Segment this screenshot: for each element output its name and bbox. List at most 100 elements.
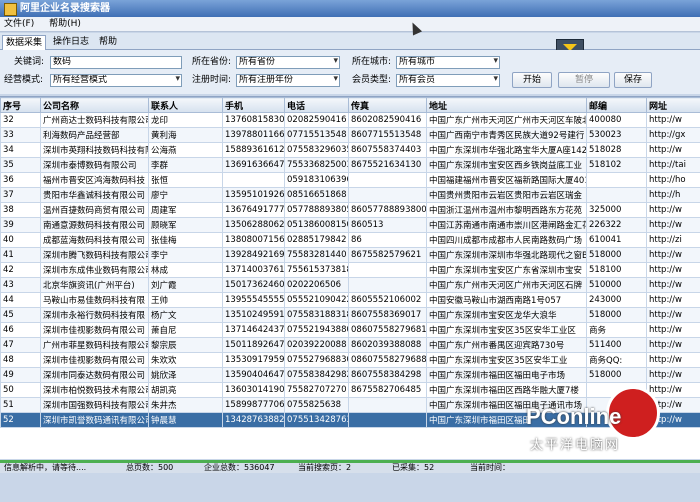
table-cell: 8607558369017: [348, 307, 427, 323]
table-cell: 成都蓝海数码科技有限公司: [40, 232, 149, 248]
table-cell: 243000: [586, 292, 647, 308]
register-time-select[interactable]: 所有注册年份: [236, 74, 340, 87]
table-row[interactable]: 34 深圳市英翔科技数码科技有限 公海燕 15889361612 07558329603…: [0, 142, 700, 158]
table-cell: 02885179842: [284, 232, 349, 248]
table-cell: 中国广东广州市番禺区迎宾路730号: [426, 337, 587, 353]
save-button[interactable]: 保存: [614, 72, 652, 88]
tab-data-collect[interactable]: 数据采集: [2, 35, 47, 50]
table-cell: 中国广东深圳市深圳市华强北路现代之窗B: [426, 247, 587, 263]
tab-operation-log[interactable]: 操作日志: [50, 35, 92, 49]
table-cell: 13506288062: [222, 217, 285, 233]
window-title: 阿里企业名录搜索器: [20, 3, 110, 14]
table-row[interactable]: 48 深圳市佳视影数码有限公司 朱欢欢 13530917959 075527968830…: [0, 352, 700, 368]
table-cell: 44: [0, 292, 41, 308]
col-header[interactable]: 电话: [284, 97, 349, 113]
table-cell: 公海燕: [148, 142, 223, 158]
col-header[interactable]: 传真: [348, 97, 427, 113]
table-row[interactable]: 33 利海数码产品经营部 黄利海 13978801166 07715513548 8607…: [0, 127, 700, 143]
col-header[interactable]: 地址: [426, 97, 587, 113]
col-header[interactable]: 邮编: [586, 97, 647, 113]
table-cell: 86057788893800: [348, 202, 427, 218]
table-cell: 中国贵州贵阳市云岩区贵阳市云岩区瑞金: [426, 187, 587, 203]
table-cell: 13714642437: [222, 322, 285, 338]
status-enterprise-total: 企业总数：536047: [204, 463, 275, 472]
table-row[interactable]: 42深圳市东成伟业数码有限公司林成13714003761755615373818…: [0, 262, 700, 278]
table-cell: 15899877706: [222, 397, 285, 413]
table-cell: 贵阳市华鑫诚科技有限公司: [40, 187, 149, 203]
table-cell: 860513: [348, 217, 427, 233]
table-cell: 33: [0, 127, 41, 143]
table-cell: 518102: [586, 157, 647, 173]
table-cell: 李群: [148, 157, 223, 173]
table-cell: 8607558384298: [348, 367, 427, 383]
table-cell: 张佳梅: [148, 232, 223, 248]
col-header[interactable]: 序号: [0, 97, 41, 113]
table-cell: 059183106396: [284, 172, 349, 188]
table-cell: 福州市晋安区鸿海数码科技: [40, 172, 149, 188]
table-cell: 13603014190: [222, 382, 285, 398]
table-cell: 15889361612: [222, 142, 285, 158]
table-cell: 8607558374403: [348, 142, 427, 158]
table-row[interactable]: 38温州百捷数码商贸有限公司周建军13676491777057788893805…: [0, 202, 700, 218]
table-cell: 8675521634130: [348, 157, 427, 173]
app-icon: [4, 3, 17, 16]
table-cell: 萧自尼: [148, 322, 223, 338]
table-cell: [222, 172, 285, 188]
table-cell: 13510249591: [222, 307, 285, 323]
table-cell: 顾晓军: [148, 217, 223, 233]
table-row[interactable]: 36 福州市晋安区鸿海数码科技 张恒 059183106396 中国福建福州市晋安区福新…: [0, 172, 700, 188]
city-select[interactable]: 所有城市: [396, 56, 500, 69]
tab-help[interactable]: 帮助: [96, 35, 120, 49]
table-cell: [348, 262, 427, 278]
table-cell: 深圳市凯誉数码通讯有限公司: [40, 412, 149, 428]
business-mode-select[interactable]: 所有经营模式: [50, 74, 182, 87]
table-cell: 深圳市英翔科技数码科技有限: [40, 142, 149, 158]
table-cell: 13676491777: [222, 202, 285, 218]
table-row[interactable]: 46 深圳市佳视影数码有限公司 萧自尼 13714642437 07552194388 0…: [0, 322, 700, 338]
table-row[interactable]: 41 深圳市腾飞数码科技有限公司 李宁 13928492169 75583281440 8…: [0, 247, 700, 263]
table-cell: 0755825638: [284, 397, 349, 413]
table-cell: http://w: [646, 112, 700, 128]
table-cell: 47: [0, 337, 41, 353]
col-header[interactable]: 公司名称: [40, 97, 149, 113]
member-type-select[interactable]: 所有会员: [396, 74, 500, 87]
table-row[interactable]: 35深圳市泰博数码有限公司李群1369163664775533682500336…: [0, 157, 700, 173]
status-info: 信息解析中，请等待....: [4, 463, 87, 472]
col-header[interactable]: 网址: [646, 97, 700, 113]
province-select[interactable]: 所有省份: [236, 56, 340, 69]
table-cell: http://ho: [646, 172, 700, 188]
table-cell: 周建军: [148, 202, 223, 218]
table-cell: 中国江苏南通市南通市崇川区港闸路金汇花园: [426, 217, 587, 233]
table-cell: 511400: [586, 337, 647, 353]
table-row[interactable]: 39 南通意源数码科技有限公司 顾晓军 13506288062 051386008150…: [0, 217, 700, 233]
menu-file[interactable]: 文件(F): [4, 17, 34, 31]
table-cell: 32: [0, 112, 41, 128]
table-row[interactable]: 43 北京华旗资讯(广州平台) 刘广霞 15017362460 0202206506 中国…: [0, 277, 700, 293]
save-label: 保存: [623, 75, 642, 85]
keyword-input[interactable]: 数码: [50, 56, 182, 69]
pause-button[interactable]: 暂停: [558, 72, 610, 88]
table-cell: 深圳市同泰达数码有限公司: [40, 367, 149, 383]
start-label: 开始: [522, 75, 541, 85]
table-cell: 中国广西南宁市青秀区民族大道92号建行: [426, 127, 587, 143]
table-row[interactable]: 47 广州市菲星数码科技有限公司 黎宗辰 15011892647 02039220088…: [0, 337, 700, 353]
table-cell: 075583188318801: [284, 307, 349, 323]
table-cell: 林成: [148, 262, 223, 278]
table-row[interactable]: 44马鞍山市易佳数码科技有限王帅139555455550555210904221…: [0, 292, 700, 308]
table-cell: 36: [0, 172, 41, 188]
col-header[interactable]: 联系人: [148, 97, 223, 113]
menu-help[interactable]: 帮助(H): [49, 17, 81, 31]
table-cell: 胡凯亮: [148, 382, 223, 398]
table-row[interactable]: 40 成都蓝海数码科技有限公司 张佳梅 13808007156 02885179842 8…: [0, 232, 700, 248]
table-cell: 8602039388088: [348, 337, 427, 353]
table-row[interactable]: 45 深圳市永裕行数码科技有限 杨广文 13510249591 07558318831 8…: [0, 307, 700, 323]
col-header[interactable]: 手机: [222, 97, 285, 113]
table-cell: 中国浙江温州市温州市黎明西路东方花苑: [426, 202, 587, 218]
start-button[interactable]: 开始: [512, 72, 552, 88]
table-cell: 15011892647: [222, 337, 285, 353]
table-row[interactable]: 37 贵阳市华鑫诚科技有限公司 廖宁 13595101926 08516651868 中国…: [0, 187, 700, 203]
table-cell: 广州商达士数码科技有限公司: [40, 112, 149, 128]
table-cell: 07715513548: [284, 127, 349, 143]
table-cell: 深圳市泰博数码有限公司: [40, 157, 149, 173]
table-row[interactable]: 32 广州商达士数码科技有限公司 龙印 13760815830 02082590416 8…: [0, 112, 700, 128]
